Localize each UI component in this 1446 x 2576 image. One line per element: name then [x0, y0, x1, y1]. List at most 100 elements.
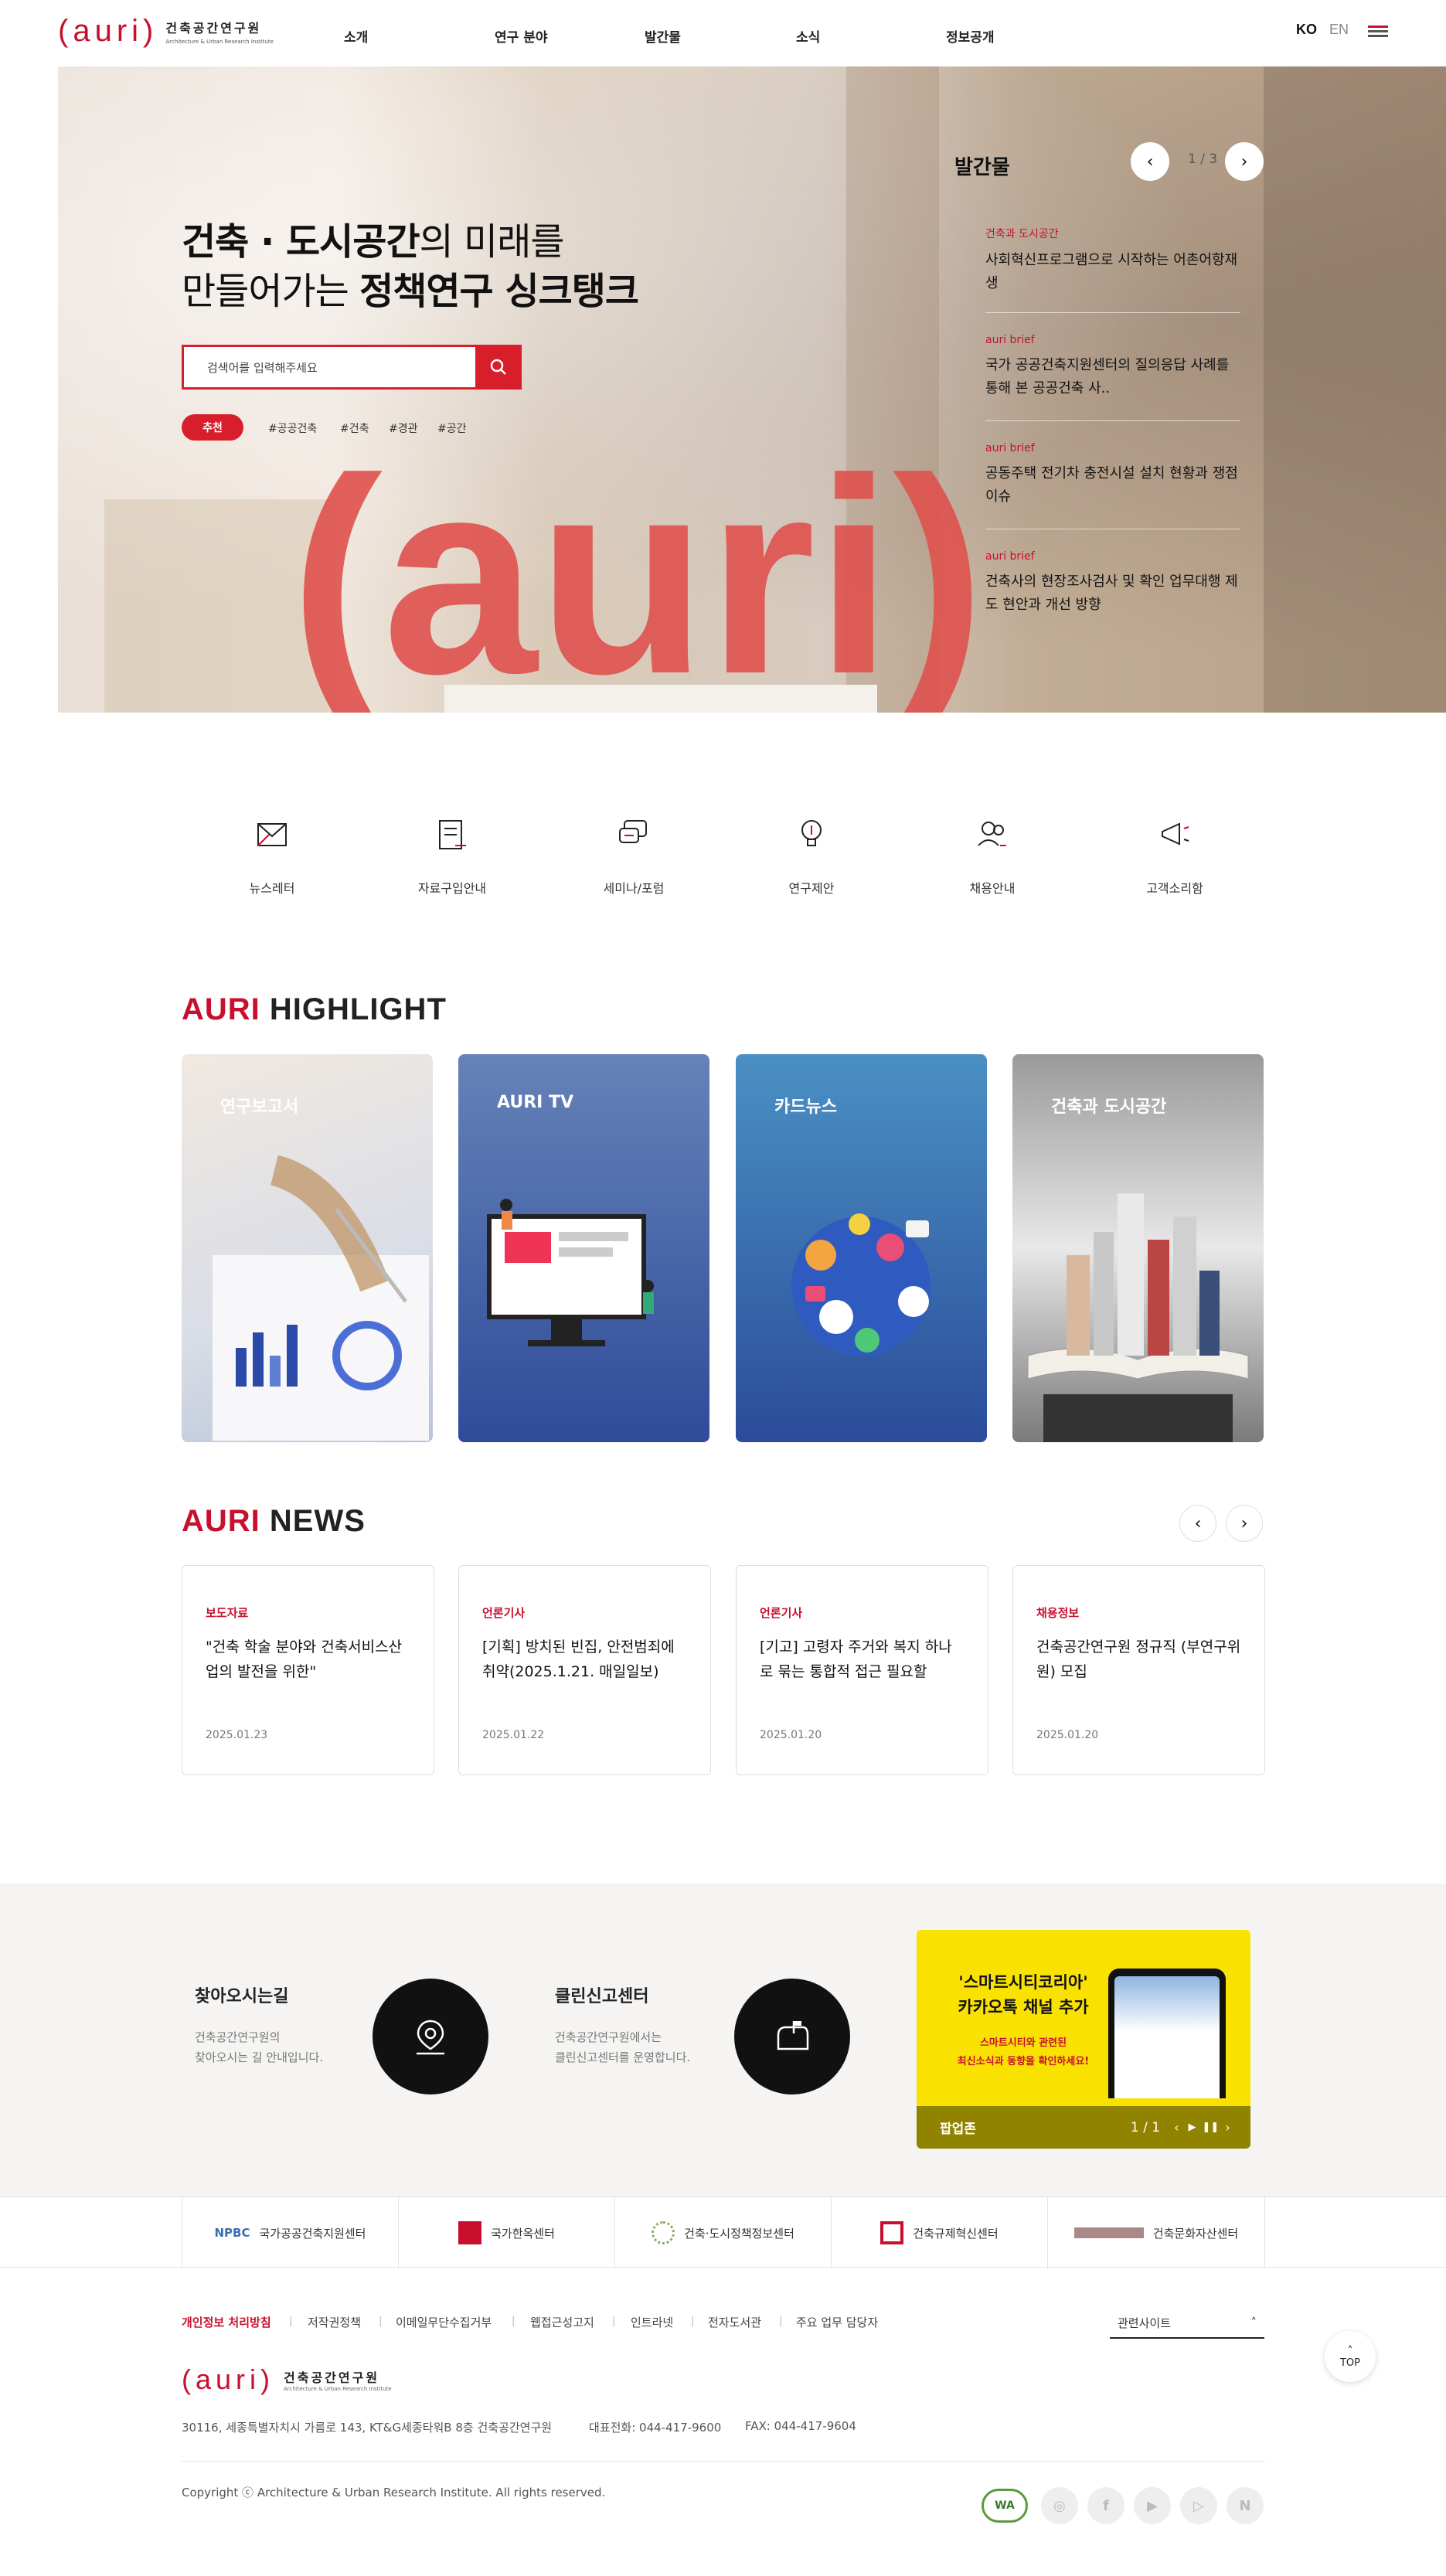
chevron-right-icon: › — [1240, 151, 1248, 172]
logo-english-name: Architecture & Urban Research Institute — [165, 38, 274, 45]
tag-public-architecture[interactable]: #공공건축 — [268, 420, 317, 436]
news-card[interactable]: 언론기사 [기획] 방치된 빈집, 안전범죄에 취약(2025.1.21. 매일… — [458, 1565, 711, 1775]
quick-purchase-guide[interactable]: 자료구입안내 — [398, 812, 506, 897]
e-library-link[interactable]: 전자도서관 — [708, 2314, 761, 2330]
publication-item[interactable]: 건축과 도시공간 사회혁신프로그램으로 시작하는 어촌어항재생 — [985, 226, 1240, 295]
naver-blog-icon[interactable]: N — [1227, 2487, 1264, 2524]
footer-logo: (auri) 건축공간연구원 Architecture & Urban Rese… — [182, 2363, 392, 2395]
accessibility-link[interactable]: 웹접근성고지 — [530, 2314, 594, 2330]
news-next-button[interactable]: › — [1226, 1505, 1263, 1542]
youtube-icon[interactable]: ▶ — [1134, 2487, 1171, 2524]
highlight-card-cardnews[interactable]: 카드뉴스 — [736, 1054, 987, 1442]
popup-pager: 1 / 1 — [1130, 2119, 1161, 2135]
directions-title[interactable]: 찾아오시는길 — [195, 1982, 288, 2007]
news-prev-button[interactable]: ‹ — [1179, 1505, 1216, 1542]
news-title: AURI NEWS — [182, 1504, 366, 1538]
scroll-top-button[interactable]: ˄ TOP — [1325, 2331, 1376, 2382]
report-center-title[interactable]: 클린신고센터 — [555, 1982, 648, 2007]
copyright-policy-link[interactable]: 저작권정책 — [308, 2314, 361, 2330]
family-site-npbc[interactable]: NPBC 국가공공건축지원센터 — [182, 2197, 398, 2268]
popup-pause-icon[interactable]: ❚❚ — [1203, 2122, 1220, 2133]
chevron-right-icon: › — [1240, 1513, 1248, 1533]
directions-desc: 건축공간연구원의 찾아오시는 길 안내입니다. — [195, 2030, 324, 2064]
news-card[interactable]: 보도자료 "건축 학술 분야와 건축서비스산업의 발전을 위한" 2025.01… — [182, 1565, 434, 1775]
quick-recruitment[interactable]: 채용안내 — [938, 812, 1046, 897]
family-site-policy-info[interactable]: 건축·도시정책정보센터 — [614, 2197, 831, 2268]
site-logo[interactable]: (auri) 건축공간연구원 Architecture & Urban Rese… — [58, 15, 274, 46]
highlight-card-reports[interactable]: 연구보고서 — [182, 1054, 433, 1442]
nav-about[interactable]: 소개 — [344, 26, 368, 46]
chat-bubbles-icon — [619, 820, 647, 843]
facebook-icon[interactable]: f — [1087, 2487, 1124, 2524]
nav-research[interactable]: 연구 분야 — [495, 26, 547, 46]
logo-mark: (auri) — [58, 14, 158, 48]
footer-copyright: Copyright ⓒ Architecture & Urban Researc… — [182, 2486, 606, 2499]
quick-customer-voice[interactable]: 고객소리함 — [1121, 812, 1229, 897]
popup-next-icon[interactable]: › — [1225, 2120, 1230, 2135]
highlight-card-auri-tv[interactable]: AURI TV — [458, 1054, 709, 1442]
npbc-logo: NPBC — [214, 2226, 250, 2240]
chevron-left-icon: ‹ — [1146, 151, 1154, 172]
chevron-up-icon: ˄ — [1347, 2344, 1353, 2357]
highlight-title: AURI HIGHLIGHT — [182, 992, 447, 1026]
publications-prev-button[interactable]: ‹ — [1131, 142, 1169, 181]
tag-landscape[interactable]: #경관 — [389, 420, 418, 436]
highlight-card-magazine[interactable]: 건축과 도시공간 — [1012, 1054, 1264, 1442]
menu-icon[interactable] — [1368, 26, 1388, 37]
lang-ko[interactable]: KO — [1296, 22, 1317, 38]
map-pin-icon — [417, 2020, 444, 2055]
intranet-link[interactable]: 인트라넷 — [631, 2314, 673, 2330]
lang-en[interactable]: EN — [1329, 22, 1349, 38]
document-icon — [439, 820, 466, 849]
quick-newsletter[interactable]: 뉴스레터 — [218, 812, 326, 897]
staff-contacts-link[interactable]: 주요 업무 담당자 — [796, 2314, 878, 2330]
publications-next-button[interactable]: › — [1225, 142, 1264, 181]
phone-illustration — [1108, 1969, 1226, 2098]
social-icons-illustration — [791, 1213, 931, 1356]
mailbox-icon — [777, 2021, 809, 2050]
family-site-regulation[interactable]: 건축규제혁신센터 — [831, 2197, 1047, 2268]
directions-button[interactable] — [373, 1979, 488, 2094]
web-accessibility-badge: WA — [982, 2489, 1028, 2523]
hero-banner: (auri) 건축 · 도시공간의 미래를 만들어가는 정책연구 싱크탱크 검색… — [58, 66, 1446, 713]
privacy-policy-link[interactable]: 개인정보 처리방침 — [182, 2314, 271, 2330]
related-sites-select[interactable]: 관련사이트 ˄ — [1110, 2308, 1264, 2339]
popup-zone[interactable]: '스마트시티코리아' 카카오톡 채널 추가 스마트시티와 관련된 최신소식과 동향을… — [917, 1930, 1250, 2149]
quick-seminar[interactable]: 세미나/포럼 — [580, 812, 688, 897]
chart-paper-illustration — [213, 1155, 429, 1441]
footer-tel: 대표전화: 044-417-9600 — [589, 2421, 722, 2435]
hero-headline: 건축 · 도시공간의 미래를 만들어가는 정책연구 싱크탱크 — [182, 220, 639, 313]
news-card[interactable]: 언론기사 [기고] 고령자 주거와 복지 하나로 묶는 통합적 접근 필요할 2… — [736, 1565, 988, 1775]
footer-address: 30116, 세종특별자치시 가름로 143, KT&G세종타워B 8층 건축공… — [182, 2421, 553, 2435]
nav-disclosure[interactable]: 정보공개 — [946, 26, 995, 46]
report-center-button[interactable] — [734, 1979, 850, 2094]
popup-zone-label: 팝업존 — [940, 2122, 976, 2137]
publication-item[interactable]: auri brief 국가 공공건축지원센터의 질의응답 사례를 통해 본 공공… — [985, 334, 1240, 400]
publication-item[interactable]: auri brief 건축사의 현장조사검사 및 확인 업무대행 제도 현안과 … — [985, 550, 1240, 617]
search-button[interactable] — [475, 345, 522, 390]
nav-publications[interactable]: 발간물 — [645, 26, 681, 46]
popup-prev-icon[interactable]: ‹ — [1174, 2120, 1179, 2135]
site-header: (auri) 건축공간연구원 Architecture & Urban Rese… — [0, 0, 1446, 66]
envelope-icon — [257, 823, 287, 846]
publication-item[interactable]: auri brief 공동주택 전기차 충전시설 설치 현황과 쟁점 이슈 — [985, 442, 1240, 509]
family-site-hanok[interactable]: 국가한옥센터 — [398, 2197, 614, 2268]
hero-bg-letters: (auri) — [290, 421, 985, 713]
tag-architecture[interactable]: #건축 — [340, 420, 369, 436]
tag-space[interactable]: #공간 — [437, 420, 467, 436]
news-card[interactable]: 채용정보 건축공간연구원 정규직 (부연구위원) 모집 2025.01.20 — [1012, 1565, 1265, 1775]
popup-play-icon[interactable]: ▶ — [1189, 2122, 1196, 2133]
nav-news[interactable]: 소식 — [796, 26, 820, 46]
quick-research-proposal[interactable]: 연구제안 — [757, 812, 866, 897]
culture-logo-icon — [1073, 2227, 1144, 2238]
search-input[interactable]: 검색어를 입력해주세요 — [182, 345, 475, 390]
podcast-icon[interactable]: ▷ — [1180, 2487, 1217, 2524]
publications-title: 발간물 — [954, 156, 1010, 179]
instagram-icon[interactable]: ◎ — [1041, 2487, 1078, 2524]
recommend-badge: 추천 — [182, 414, 243, 441]
email-refusal-link[interactable]: 이메일무단수집거부 — [396, 2314, 492, 2330]
family-sites-bar: NPBC 국가공공건축지원센터 국가한옥센터 건축·도시정책정보센터 건축규제혁신… — [0, 2197, 1446, 2268]
chevron-left-icon: ‹ — [1194, 1513, 1202, 1533]
family-site-culture[interactable]: 건축문화자산센터 — [1047, 2197, 1265, 2268]
lightbulb-icon — [801, 820, 822, 846]
